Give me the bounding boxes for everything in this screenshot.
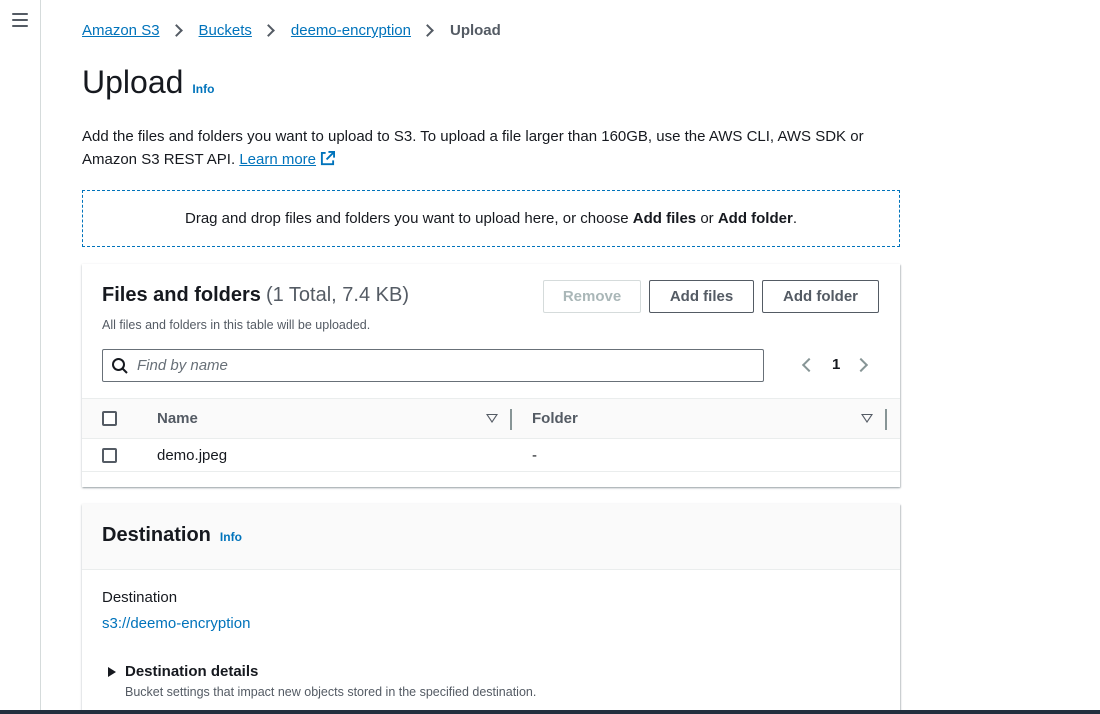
hamburger-menu-icon[interactable] xyxy=(12,13,28,27)
row-checkbox[interactable] xyxy=(102,448,117,463)
add-folder-button[interactable]: Add folder xyxy=(762,280,879,313)
dropzone-or: or xyxy=(700,210,714,227)
folder-cell: - xyxy=(532,447,537,464)
search-icon xyxy=(112,357,128,374)
destination-title-row: Destination Info xyxy=(102,524,242,547)
destination-header: Destination Info xyxy=(82,504,900,570)
table-row[interactable]: demo.jpeg - xyxy=(82,439,900,472)
learn-more-label: Learn more xyxy=(239,151,317,168)
side-navigation-rail xyxy=(0,0,41,714)
file-name-cell: demo.jpeg xyxy=(157,447,228,464)
destination-link[interactable]: s3://deemo-encryption xyxy=(102,615,250,632)
page-header: Upload Info xyxy=(82,64,214,101)
learn-more-link[interactable]: Learn more xyxy=(239,151,316,168)
panel-count: (1 Total, 7.4 KB) xyxy=(265,284,409,306)
chevron-right-icon[interactable] xyxy=(854,357,869,372)
column-header-name[interactable]: Name xyxy=(157,410,198,427)
dropzone-period: . xyxy=(792,210,797,227)
panel-subtitle: All files and folders in this table will… xyxy=(102,318,371,332)
chevron-left-icon[interactable] xyxy=(801,357,817,372)
breadcrumb-bucket-name[interactable]: deemo-encryption xyxy=(291,22,411,39)
remove-button[interactable]: Remove xyxy=(543,280,641,313)
breadcrumb: Amazon S3 Buckets deemo-encryption Uploa… xyxy=(82,22,501,39)
table-header: Name Folder xyxy=(82,398,900,439)
destination-details-subtitle: Bucket settings that impact new objects … xyxy=(125,685,537,699)
chevron-right-icon xyxy=(421,24,434,37)
info-link[interactable]: Info xyxy=(192,82,214,96)
bottom-bar xyxy=(0,710,1100,714)
caret-right-icon xyxy=(108,666,116,677)
destination-label: Destination xyxy=(102,589,178,606)
destination-panel: Destination Info Destination s3://deemo-… xyxy=(82,504,900,714)
page-number[interactable]: 1 xyxy=(832,356,840,373)
destination-title: Destination xyxy=(102,524,211,546)
destination-info-link[interactable]: Info xyxy=(220,530,242,544)
column-resize-handle[interactable] xyxy=(510,409,512,430)
chevron-right-icon xyxy=(169,24,183,37)
add-files-button[interactable]: Add files xyxy=(649,280,754,313)
dropzone-add-files: Add files xyxy=(632,210,697,227)
files-and-folders-panel: Files and folders (1 Total, 7.4 KB) All … xyxy=(82,264,900,487)
pagination: 1 xyxy=(801,356,869,373)
page-title: Upload xyxy=(82,64,184,100)
destination-details-toggle[interactable]: Destination details xyxy=(108,663,258,680)
panel-title: Files and folders xyxy=(102,284,261,306)
panel-header: Files and folders (1 Total, 7.4 KB) xyxy=(102,284,409,307)
dropzone-add-folder: Add folder xyxy=(717,210,793,227)
dropzone-text: Drag and drop files and folders you want… xyxy=(185,210,629,227)
column-resize-handle[interactable] xyxy=(885,409,887,430)
breadcrumb-buckets[interactable]: Buckets xyxy=(199,22,252,39)
description-text: Add the files and folders you want to up… xyxy=(82,128,864,168)
column-header-folder[interactable]: Folder xyxy=(532,410,578,427)
breadcrumb-amazon-s3[interactable]: Amazon S3 xyxy=(82,22,160,39)
upload-dropzone[interactable]: Drag and drop files and folders you want… xyxy=(82,190,900,247)
external-link-icon[interactable] xyxy=(320,151,336,166)
page-description: Add the files and folders you want to up… xyxy=(82,125,912,171)
chevron-right-icon xyxy=(262,24,275,37)
destination-details-title: Destination details xyxy=(125,663,259,680)
select-all-checkbox[interactable] xyxy=(102,411,117,426)
search-box xyxy=(102,349,764,382)
breadcrumb-current: Upload xyxy=(449,22,501,39)
search-input[interactable] xyxy=(137,357,737,374)
